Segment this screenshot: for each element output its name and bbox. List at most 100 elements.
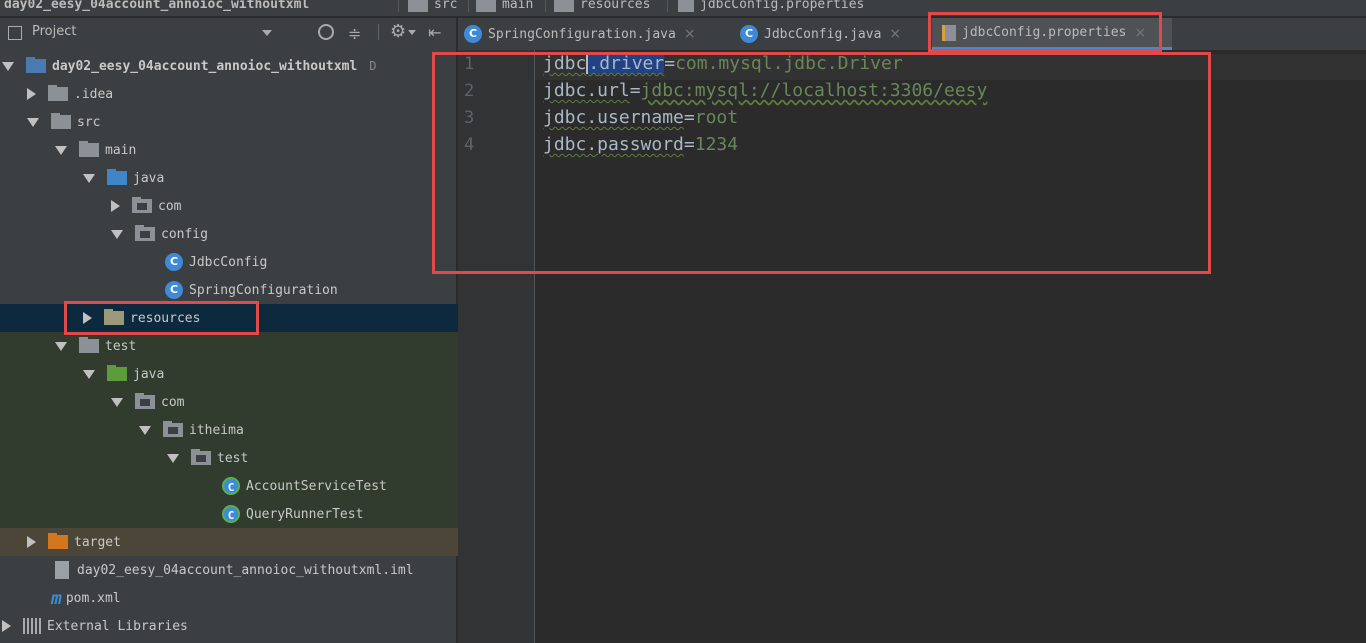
breadcrumb-project[interactable]: day02_eesy_04account_annoioc_withoutxml xyxy=(4,0,309,12)
library-icon xyxy=(23,618,41,634)
package-icon xyxy=(135,393,155,409)
line-number: 2 xyxy=(464,81,475,101)
breadcrumb-main[interactable]: main xyxy=(476,0,533,12)
breadcrumb-divider xyxy=(667,0,668,12)
tree-item-label: .idea xyxy=(74,86,114,102)
folder-icon xyxy=(79,337,99,353)
line-number: 4 xyxy=(464,135,475,155)
module-file-icon xyxy=(55,561,69,579)
tree-item-label: QueryRunnerTest xyxy=(246,506,364,522)
expanded-arrow-icon[interactable] xyxy=(83,369,95,379)
properties-file-icon xyxy=(942,24,956,41)
test-class-icon: C xyxy=(222,477,240,495)
project-panel-title[interactable]: Project xyxy=(32,24,76,39)
tree-item-label: com xyxy=(158,198,182,214)
hide-panel-icon[interactable]: ⇤ xyxy=(428,23,441,42)
breadcrumb-resources[interactable]: resources xyxy=(554,0,650,12)
close-icon[interactable]: × xyxy=(889,26,901,42)
module-folder-icon xyxy=(26,57,46,73)
resources-folder-icon xyxy=(554,0,574,12)
tree-item-src[interactable]: src xyxy=(0,108,483,136)
tree-item-label: day02_eesy_04account_annoioc_withoutxml.… xyxy=(77,562,414,578)
tab-label: JdbcConfig.java xyxy=(764,26,882,42)
close-icon[interactable]: × xyxy=(684,26,696,42)
chevron-down-icon[interactable] xyxy=(262,30,272,36)
tab-jdbcconfig-properties[interactable]: jdbcConfig.properties × xyxy=(932,18,1172,50)
test-class-icon: C xyxy=(222,505,240,523)
package-icon xyxy=(135,225,155,241)
expanded-arrow-icon[interactable] xyxy=(27,117,39,127)
equals-sign: = xyxy=(683,107,695,128)
code-line[interactable]: jdbc.password=1234 xyxy=(543,134,738,155)
tree-item-target[interactable]: target xyxy=(0,528,483,556)
tree-item-iml-file[interactable]: day02_eesy_04account_annoioc_withoutxml.… xyxy=(0,556,511,584)
project-panel-header: Project ≑ ⚙ ⇤ xyxy=(0,18,456,48)
equals-sign: = xyxy=(629,80,641,101)
tree-item-label: target xyxy=(74,534,121,550)
expanded-arrow-icon[interactable] xyxy=(139,425,151,435)
code-editor[interactable]: 1 2 3 4 jdbc .driver=com.mysql.jdbc.Drive… xyxy=(458,50,1366,643)
line-number: 1 xyxy=(464,54,475,74)
collapsed-arrow-icon[interactable] xyxy=(27,536,36,548)
tree-item-label: com xyxy=(161,394,185,410)
expanded-arrow-icon[interactable] xyxy=(167,453,179,463)
tree-item-label: resources xyxy=(130,310,201,326)
tree-item-idea[interactable]: .idea xyxy=(0,80,483,108)
tree-item-label: pom.xml xyxy=(65,590,121,606)
expanded-arrow-icon[interactable] xyxy=(55,145,67,155)
property-key: jdbc xyxy=(543,53,587,74)
tree-item-test[interactable]: test xyxy=(0,332,511,360)
property-value: 1234 xyxy=(694,134,739,155)
package-icon xyxy=(191,449,211,465)
tree-item-suffix: D xyxy=(369,59,377,73)
expanded-arrow-icon[interactable] xyxy=(55,341,67,351)
equals-sign: = xyxy=(683,134,695,155)
editor-tab-bar: C SpringConfiguration.java × C JdbcConfi… xyxy=(458,18,1366,50)
collapsed-arrow-icon[interactable] xyxy=(83,312,92,324)
breadcrumb-file-label: jdbcConfig.properties xyxy=(700,0,865,12)
breadcrumb-resources-label: resources xyxy=(580,0,651,12)
expanded-arrow-icon[interactable] xyxy=(111,397,123,407)
chevron-down-icon[interactable] xyxy=(408,30,416,35)
close-icon[interactable]: × xyxy=(1134,25,1146,41)
tree-item-main[interactable]: main xyxy=(0,136,511,164)
expanded-arrow-icon[interactable] xyxy=(83,173,95,183)
tab-label: jdbcConfig.properties xyxy=(962,25,1127,40)
tab-jdbcconfig-java[interactable]: C JdbcConfig.java × xyxy=(740,18,918,50)
equals-sign: = xyxy=(664,53,676,74)
code-line[interactable]: jdbc .driver=com.mysql.jdbc.Driver xyxy=(543,53,903,74)
expanded-arrow-icon[interactable] xyxy=(111,229,123,239)
test-source-folder-icon xyxy=(107,365,127,381)
gear-icon[interactable]: ⚙ xyxy=(390,21,406,42)
collapse-all-icon[interactable]: ≑ xyxy=(348,24,361,43)
breadcrumb-divider xyxy=(398,0,399,12)
folder-icon xyxy=(476,0,496,12)
tab-springconfiguration-java[interactable]: C SpringConfiguration.java × xyxy=(464,18,734,50)
folder-icon xyxy=(79,141,99,157)
code-line[interactable]: jdbc.username=root xyxy=(543,107,738,128)
resources-folder-icon xyxy=(104,309,124,325)
project-view-icon[interactable] xyxy=(8,26,22,40)
tree-item-label: External Libraries xyxy=(47,618,188,634)
breadcrumb-divider xyxy=(468,0,469,12)
tree-item-label: java xyxy=(133,366,165,382)
property-value: root xyxy=(694,107,739,128)
code-line[interactable]: jdbc.url=jdbc:mysql://localhost:3306/ees… xyxy=(543,80,987,101)
property-value: jdbc:mysql://localhost:3306/eesy xyxy=(640,80,988,101)
expanded-arrow-icon[interactable] xyxy=(2,61,14,71)
collapsed-arrow-icon[interactable] xyxy=(111,200,120,212)
collapsed-arrow-icon[interactable] xyxy=(27,88,36,100)
breadcrumb-file[interactable]: jdbcConfig.properties xyxy=(678,0,864,12)
collapsed-arrow-icon[interactable] xyxy=(2,620,11,632)
tree-item-external-libraries[interactable]: External Libraries xyxy=(0,612,458,640)
tree-item-pom[interactable]: m pom.xml xyxy=(0,584,507,612)
scroll-from-source-icon[interactable] xyxy=(318,24,334,40)
tree-item-label: src xyxy=(77,114,101,130)
maven-icon: m xyxy=(51,587,62,609)
property-key: jdbc.password xyxy=(543,134,684,155)
line-number-gutter: 1 2 3 4 xyxy=(458,50,535,643)
tree-item-project-root[interactable]: day02_eesy_04account_annoioc_withoutxml … xyxy=(0,52,458,80)
breadcrumb-src[interactable]: src xyxy=(408,0,457,12)
tree-item-label: itheima xyxy=(189,422,244,438)
properties-file-icon xyxy=(678,0,694,12)
